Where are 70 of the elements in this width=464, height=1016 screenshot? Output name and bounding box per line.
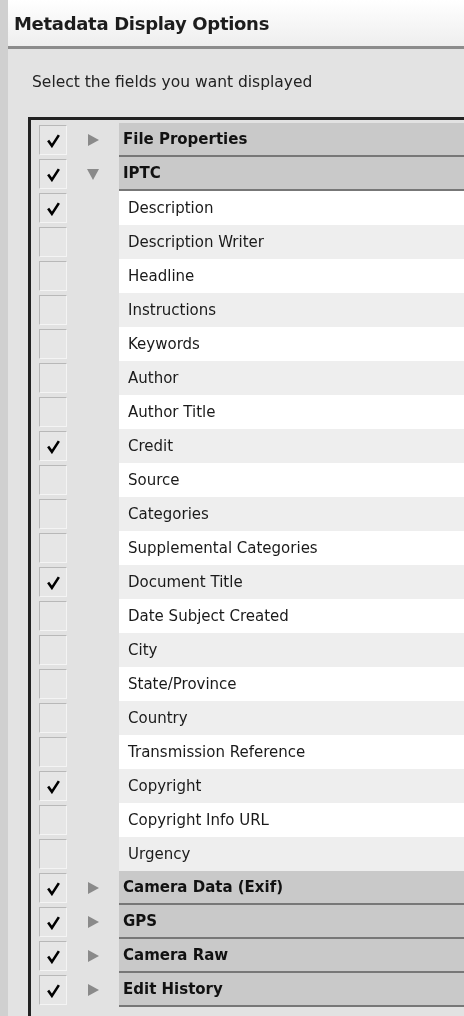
checkmark-icon (45, 914, 61, 930)
checkmark-icon (45, 574, 61, 590)
checkbox[interactable] (39, 805, 67, 835)
field-item[interactable]: Urgency (119, 837, 464, 871)
checkbox[interactable] (39, 907, 67, 937)
field-item[interactable]: Copyright Info URL (119, 803, 464, 837)
expand-triangle-icon[interactable] (86, 133, 100, 147)
checkbox[interactable] (39, 159, 67, 189)
field-item[interactable]: Keywords (119, 327, 464, 361)
field-item[interactable]: City (119, 633, 464, 667)
instruction-text: Select the fields you want displayed (32, 73, 314, 91)
checkbox[interactable] (39, 397, 67, 427)
checkmark-icon (45, 200, 61, 216)
group-header[interactable]: Camera Data (Exif) (119, 871, 464, 905)
field-item[interactable]: Date Subject Created (119, 599, 464, 633)
checkbox[interactable] (39, 873, 67, 903)
checkbox[interactable] (39, 295, 67, 325)
checkmark-icon (45, 778, 61, 794)
checkbox[interactable] (39, 125, 67, 155)
checkbox[interactable] (39, 703, 67, 733)
checkbox[interactable] (39, 669, 67, 699)
window-title: Metadata Display Options (14, 12, 270, 34)
checkbox[interactable] (39, 227, 67, 257)
checkbox[interactable] (39, 737, 67, 767)
field-item[interactable]: Country (119, 701, 464, 735)
checkmark-icon (45, 880, 61, 896)
checkmark-icon (45, 982, 61, 998)
checkbox[interactable] (39, 941, 67, 971)
checkmark-icon (45, 438, 61, 454)
expand-triangle-icon[interactable] (86, 881, 100, 895)
field-item[interactable]: Credit (119, 429, 464, 463)
checkbox[interactable] (39, 533, 67, 563)
checkbox[interactable] (39, 567, 67, 597)
checkbox[interactable] (39, 839, 67, 869)
field-item[interactable]: Document Title (119, 565, 464, 599)
checkbox[interactable] (39, 363, 67, 393)
checkbox[interactable] (39, 193, 67, 223)
checkmark-icon (45, 948, 61, 964)
field-item[interactable]: Headline (119, 259, 464, 293)
field-item[interactable]: State/Province (119, 667, 464, 701)
checkbox[interactable] (39, 771, 67, 801)
field-item[interactable]: Transmission Reference (119, 735, 464, 769)
checkmark-icon (45, 132, 61, 148)
expand-triangle-icon[interactable] (86, 983, 100, 997)
group-header[interactable]: Camera Raw (119, 939, 464, 973)
expand-triangle-icon[interactable] (86, 949, 100, 963)
field-item[interactable]: Description Writer (119, 225, 464, 259)
field-item[interactable]: Author Title (119, 395, 464, 429)
checkbox[interactable] (39, 601, 67, 631)
checkbox[interactable] (39, 465, 67, 495)
expand-triangle-icon[interactable] (86, 915, 100, 929)
checkbox[interactable] (39, 499, 67, 529)
field-item[interactable]: Categories (119, 497, 464, 531)
field-item[interactable]: Source (119, 463, 464, 497)
group-header[interactable]: Edit History (119, 973, 464, 1007)
group-header[interactable]: IPTC (119, 157, 464, 191)
checkbox[interactable] (39, 431, 67, 461)
checkbox[interactable] (39, 261, 67, 291)
field-item[interactable]: Supplemental Categories (119, 531, 464, 565)
group-header[interactable]: GPS (119, 905, 464, 939)
field-item[interactable]: Author (119, 361, 464, 395)
field-item[interactable]: Instructions (119, 293, 464, 327)
field-item[interactable]: Description (119, 191, 464, 225)
checkbox[interactable] (39, 329, 67, 359)
group-header[interactable]: File Properties (119, 123, 464, 157)
checkbox[interactable] (39, 635, 67, 665)
checkmark-icon (45, 166, 61, 182)
collapse-triangle-icon[interactable] (86, 167, 100, 181)
checkbox[interactable] (39, 975, 67, 1005)
field-item[interactable]: Copyright (119, 769, 464, 803)
